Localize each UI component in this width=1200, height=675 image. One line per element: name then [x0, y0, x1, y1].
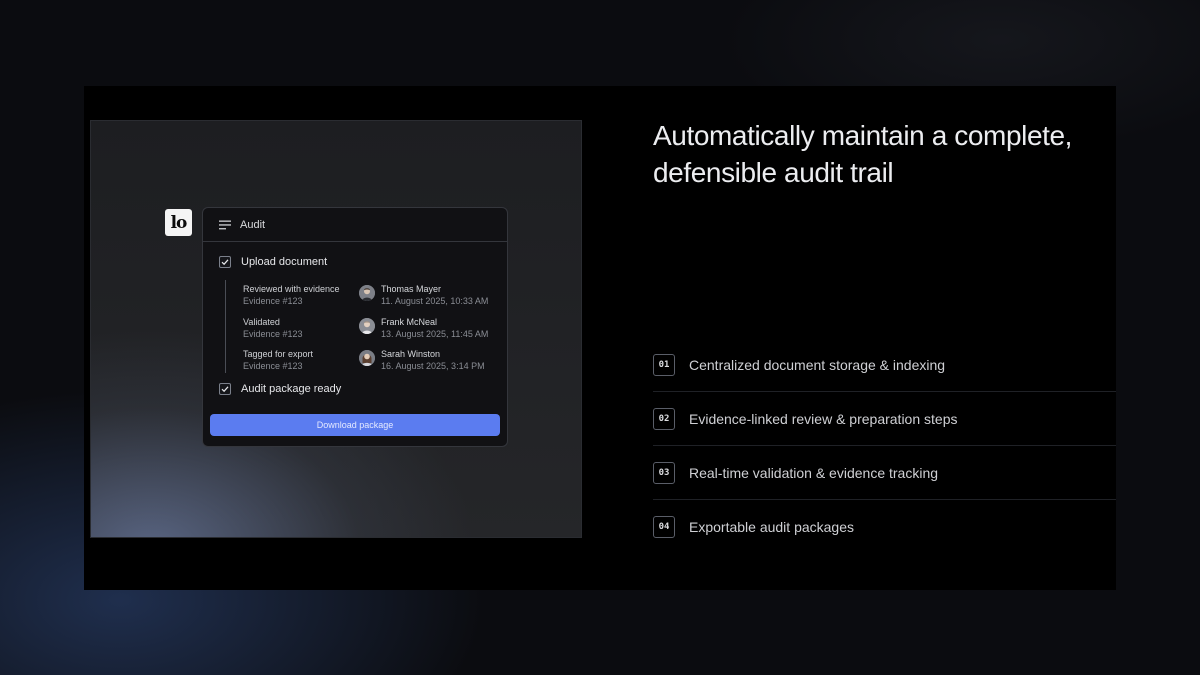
avatar — [359, 318, 375, 334]
event-timestamp: 16. August 2025, 3:14 PM — [381, 361, 485, 371]
checkbox-audit-package-ready[interactable] — [219, 383, 231, 395]
check-icon — [221, 386, 229, 393]
audit-card: Audit Upload document Reviewed with evid… — [202, 207, 508, 447]
event-user: Frank McNeal — [381, 317, 438, 327]
feature-label: Centralized document storage & indexing — [689, 356, 946, 373]
feature-number-badge: 03 — [653, 461, 675, 484]
feature-label: Exportable audit packages — [689, 518, 854, 535]
step-audit-package-ready[interactable]: Audit package ready — [219, 383, 341, 395]
event-evidence: Evidence #123 — [243, 361, 303, 371]
avatar — [359, 350, 375, 366]
timeline-line — [225, 280, 226, 373]
audit-card-title: Audit — [240, 218, 266, 231]
timeline-event: Tagged for export Evidence #123 Sarah Wi… — [243, 349, 493, 375]
brand-logo: lo — [165, 209, 192, 236]
event-title: Reviewed with evidence — [243, 284, 340, 294]
event-title: Tagged for export — [243, 349, 314, 359]
feature-list: 01 Centralized document storage & indexi… — [653, 338, 1116, 553]
headline: Automatically maintain a complete, defen… — [653, 120, 1073, 188]
step-label: Audit package ready — [241, 383, 342, 395]
feature-number-badge: 02 — [653, 407, 675, 430]
event-user: Sarah Winston — [381, 349, 441, 359]
download-package-button[interactable]: Download package — [210, 414, 500, 436]
avatar-icon — [359, 318, 375, 334]
step-label: Upload document — [241, 256, 328, 268]
feature-item: 04 Exportable audit packages — [653, 500, 1116, 553]
feature-number-badge: 01 — [653, 353, 675, 376]
timeline-event: Validated Evidence #123 Frank McNeal 13.… — [243, 317, 493, 343]
timeline-event: Reviewed with evidence Evidence #123 Tho… — [243, 284, 493, 310]
page: lo Audit Upload document Reviewed with e… — [0, 0, 1200, 675]
event-title: Validated — [243, 317, 280, 327]
event-evidence: Evidence #123 — [243, 329, 303, 339]
step-upload-document[interactable]: Upload document — [219, 256, 327, 268]
event-timestamp: 13. August 2025, 11:45 AM — [381, 329, 489, 339]
avatar-icon — [359, 350, 375, 366]
avatar-icon — [359, 285, 375, 301]
feature-number-badge: 04 — [653, 515, 675, 538]
event-user: Thomas Mayer — [381, 284, 442, 294]
feature-item: 01 Centralized document storage & indexi… — [653, 338, 1116, 392]
feature-section: lo Audit Upload document Reviewed with e… — [84, 86, 1116, 590]
feature-label: Evidence-linked review & preparation ste… — [689, 410, 958, 427]
list-icon — [219, 220, 231, 229]
event-timestamp: 11. August 2025, 10:33 AM — [381, 296, 489, 306]
event-evidence: Evidence #123 — [243, 296, 303, 306]
feature-item: 02 Evidence-linked review & preparation … — [653, 392, 1116, 446]
avatar — [359, 285, 375, 301]
audit-card-header: Audit — [203, 208, 507, 242]
product-preview: lo Audit Upload document Reviewed with e… — [90, 120, 582, 538]
feature-label: Real-time validation & evidence tracking — [689, 464, 939, 481]
checkbox-upload-document[interactable] — [219, 256, 231, 268]
feature-item: 03 Real-time validation & evidence track… — [653, 446, 1116, 500]
check-icon — [221, 259, 229, 266]
